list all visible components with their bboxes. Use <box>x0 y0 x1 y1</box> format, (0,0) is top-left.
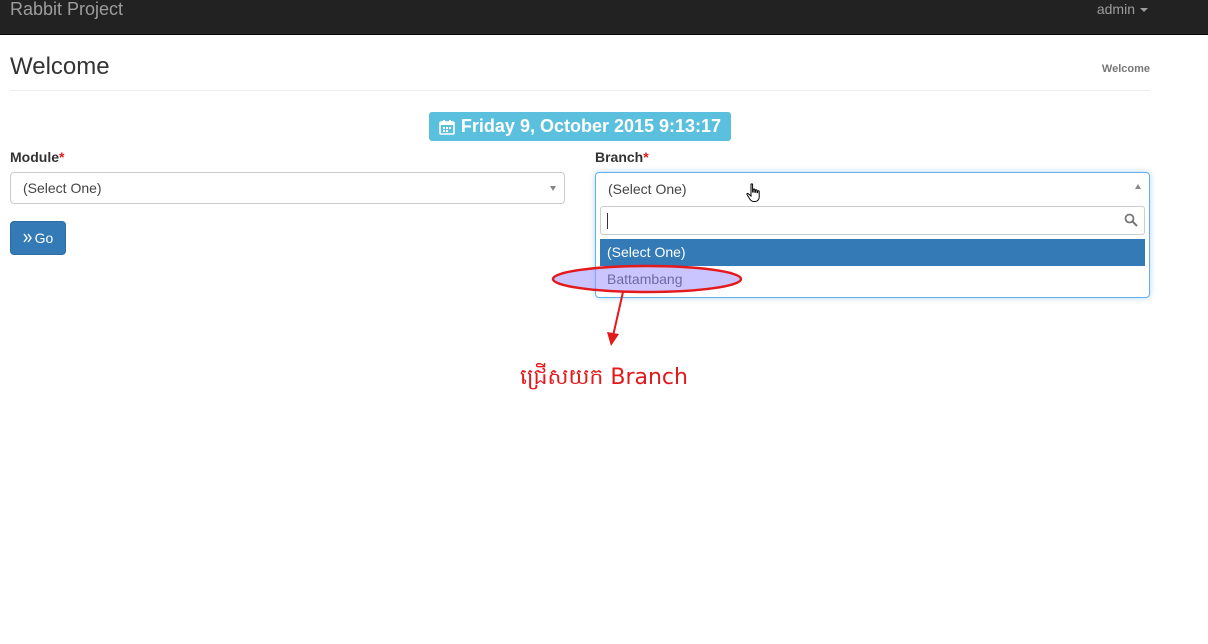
branch-search-input[interactable] <box>600 206 1145 235</box>
branch-label: Branch* <box>595 149 649 165</box>
page-header: Welcome Welcome <box>10 52 1150 91</box>
branch-select-value: (Select One) <box>608 181 687 197</box>
module-label-text: Module <box>10 149 59 165</box>
go-button[interactable]: Go <box>10 221 66 255</box>
module-select[interactable]: (Select One) <box>10 172 565 204</box>
search-icon <box>1124 213 1138 227</box>
dropdown-arrow-icon <box>550 186 556 191</box>
branch-label-text: Branch <box>595 149 644 165</box>
annotation-arrow-line <box>612 291 624 337</box>
branch-option[interactable]: Battambang <box>600 266 1145 293</box>
double-chevron-right-icon <box>23 233 32 243</box>
annotation-overlay <box>551 264 743 346</box>
user-menu-toggle[interactable]: admin <box>1097 0 1148 18</box>
date-time-text: Friday 9, October 2015 9:13:17 <box>460 116 722 136</box>
brand-link[interactable]: Rabbit Project <box>10 0 123 20</box>
page-title: Welcome <box>10 53 110 80</box>
dropdown-arrow-up-icon <box>1135 184 1141 189</box>
user-name: admin <box>1096 1 1135 17</box>
date-time-badge: Friday 9, October 2015 9:13:17 <box>429 112 731 141</box>
top-navbar: Rabbit Project admin <box>0 0 1208 35</box>
annotation-arrow-head <box>607 332 619 346</box>
annotation-text: ជ្រើសយក Branch <box>520 365 688 390</box>
required-mark: * <box>643 149 649 165</box>
branch-select-open[interactable]: (Select One) (Select One) Battambang <box>595 172 1150 298</box>
module-label: Module* <box>10 149 64 165</box>
branch-option[interactable]: (Select One) <box>600 239 1145 266</box>
module-select-value: (Select One) <box>23 180 102 196</box>
required-mark: * <box>59 149 65 165</box>
breadcrumb: Welcome <box>1101 63 1150 75</box>
text-cursor <box>607 213 608 229</box>
calendar-icon <box>439 119 455 135</box>
hand-cursor-icon <box>746 183 760 202</box>
caret-down-icon <box>1140 8 1148 12</box>
go-button-label: Go <box>34 230 54 246</box>
